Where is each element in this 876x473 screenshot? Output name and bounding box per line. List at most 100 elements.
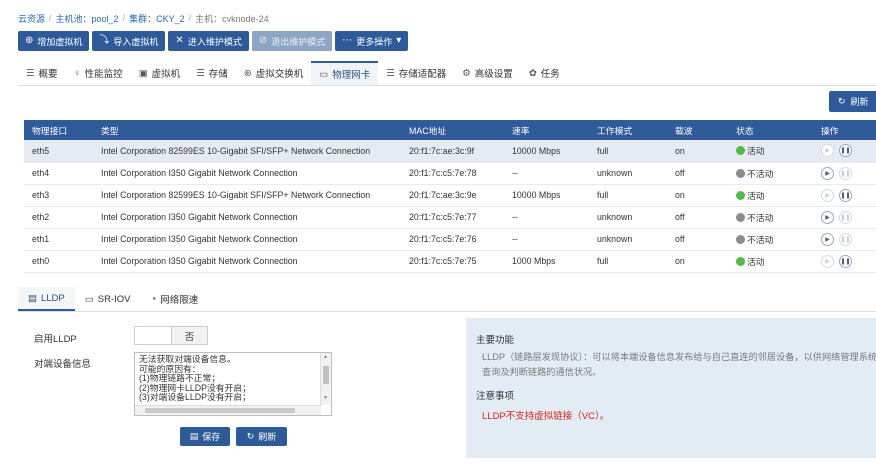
- start-icon[interactable]: ▶: [821, 210, 834, 224]
- import-vm-label: 导入虚拟机: [113, 36, 159, 47]
- cell-carrier: on: [667, 184, 728, 207]
- cell-type: Intel Corporation 82599ES 10-Gigabit SFI…: [93, 184, 401, 207]
- tab-tasks-label: 任务: [540, 69, 560, 80]
- breadcrumb-cloud-resources[interactable]: 云资源: [18, 12, 45, 25]
- status-text: 活动: [747, 190, 765, 201]
- table-row[interactable]: eth2 Intel Corporation I350 Gigabit Netw…: [24, 206, 876, 229]
- pause-icon[interactable]: ❚❚: [839, 210, 852, 224]
- col-mode-header[interactable]: 工作模式: [589, 120, 667, 140]
- start-icon[interactable]: ▶: [821, 232, 834, 246]
- tab-storage[interactable]: ☰ 存储: [188, 61, 236, 85]
- scroll-thumb[interactable]: [323, 366, 329, 384]
- enable-lldp-toggle[interactable]: 否: [134, 326, 208, 345]
- pause-icon[interactable]: ❚❚: [839, 166, 852, 180]
- lldp-refresh-button[interactable]: ↻ 刷新: [236, 427, 287, 446]
- help-panel: 主要功能 LLDP（链路层发现协议）：可以将本端设备信息发布给与自己直连的邻居设…: [466, 318, 876, 458]
- breadcrumb-cluster[interactable]: 集群：CKY_2: [129, 12, 185, 25]
- import-vm-button[interactable]: ⤵ 导入虚拟机: [92, 31, 166, 51]
- exit-maintenance-label: 退出维护模式: [271, 36, 326, 47]
- col-status-header[interactable]: 状态: [728, 120, 813, 140]
- pause-icon[interactable]: ❚❚: [839, 144, 852, 158]
- tab-performance[interactable]: ♀ 性能监控: [66, 61, 131, 85]
- cell-port: eth0: [24, 250, 93, 273]
- tab-vm[interactable]: ▣ 虚拟机: [131, 61, 189, 85]
- status-active-icon: [736, 190, 745, 200]
- enter-maintenance-button[interactable]: ✕ 进入维护模式: [168, 31, 249, 51]
- table-row[interactable]: eth5 Intel Corporation 82599ES 10-Gigabi…: [24, 140, 876, 163]
- tab-sriov[interactable]: ▭ SR-IOV: [75, 287, 141, 311]
- tab-vswitch[interactable]: ⊛ 虚拟交换机: [236, 61, 311, 85]
- nic-icon: ▭: [319, 68, 329, 80]
- breadcrumb: 云资源 / 主机池：pool_2 / 集群：CKY_2 / 主机：cvknode…: [18, 12, 269, 24]
- col-mac-header[interactable]: MAC地址: [401, 120, 504, 140]
- tab-overview[interactable]: ☰ 概要: [18, 61, 66, 85]
- cell-port: eth1: [24, 228, 93, 251]
- cell-mac: 20:f1:7c:c5:7e:76: [401, 228, 504, 251]
- tab-physical-nic[interactable]: ▭ 物理网卡: [311, 61, 379, 85]
- cell-mode: full: [589, 184, 667, 207]
- tab-vswitch-label: 虚拟交换机: [255, 69, 304, 80]
- cell-status: 活动: [728, 250, 813, 273]
- tab-advanced[interactable]: ⚙ 高级设置: [454, 61, 521, 85]
- cell-port: eth3: [24, 184, 93, 207]
- cell-type: Intel Corporation I350 Gigabit Network C…: [93, 228, 401, 251]
- table-row[interactable]: eth1 Intel Corporation I350 Gigabit Netw…: [24, 228, 876, 251]
- start-icon[interactable]: ▶: [821, 188, 834, 202]
- tab-lldp[interactable]: ▤ LLDP: [18, 287, 75, 311]
- cell-carrier: off: [667, 162, 728, 185]
- peer-info-textarea[interactable]: 无法获取对端设备信息。 可能的原因有： (1)物理链路不正常； (2)物理网卡L…: [134, 352, 332, 416]
- cell-type: Intel Corporation I350 Gigabit Network C…: [93, 206, 401, 229]
- tab-advanced-label: 高级设置: [474, 69, 513, 80]
- refresh-button[interactable]: ↻ 刷新: [829, 91, 876, 112]
- add-vm-button[interactable]: ⊕ 增加虚拟机: [18, 31, 90, 51]
- pause-icon[interactable]: ❚❚: [839, 254, 852, 268]
- tab-network-limit[interactable]: ◔ 网络限速: [140, 287, 208, 311]
- ellipsis-icon: ⋯: [342, 35, 353, 46]
- col-ops-header: 操作: [813, 120, 876, 140]
- start-icon[interactable]: ▶: [821, 166, 834, 180]
- cell-mode: full: [589, 140, 667, 163]
- cell-ops: ▶ ❚❚: [813, 206, 876, 229]
- cell-speed: --: [504, 228, 589, 251]
- status-inactive-icon: [736, 168, 745, 178]
- vertical-scrollbar[interactable]: ▲ ▼: [320, 353, 331, 405]
- start-icon[interactable]: ▶: [821, 144, 834, 158]
- table-row[interactable]: eth0 Intel Corporation I350 Gigabit Netw…: [24, 250, 876, 273]
- breadcrumb-separator: /: [49, 13, 52, 23]
- col-type-header[interactable]: 类型: [93, 120, 401, 140]
- cell-carrier: on: [667, 140, 728, 163]
- cell-status: 不活动: [728, 206, 813, 229]
- save-button[interactable]: ▤ 保存: [180, 427, 230, 446]
- enter-maintenance-label: 进入维护模式: [187, 36, 242, 47]
- scroll-down-icon: ▼: [323, 395, 328, 401]
- subtab-divider: [18, 311, 876, 312]
- action-toolbar: ⊕ 增加虚拟机 ⤵ 导入虚拟机 ✕ 进入维护模式 ⊘ 退出维护模式 ⋯ 更多操作…: [18, 31, 409, 51]
- col-carrier-header[interactable]: 载波: [667, 120, 728, 140]
- start-icon[interactable]: ▶: [821, 254, 834, 268]
- cell-mac: 20:f1:7c:c5:7e:75: [401, 250, 504, 273]
- more-ops-button[interactable]: ⋯ 更多操作 ▾: [335, 31, 409, 51]
- breadcrumb-separator: /: [122, 13, 126, 23]
- pause-icon[interactable]: ❚❚: [839, 188, 852, 202]
- speed-limit-icon: ◔: [150, 293, 157, 305]
- host-nic-page: 云资源 / 主机池：pool_2 / 集群：CKY_2 / 主机：cvknode…: [0, 0, 876, 473]
- horizontal-scrollbar[interactable]: [135, 405, 321, 415]
- pause-icon[interactable]: ❚❚: [839, 232, 852, 246]
- table-row[interactable]: eth3 Intel Corporation 82599ES 10-Gigabi…: [24, 184, 876, 207]
- vm-icon: ▣: [138, 67, 148, 79]
- exit-maintenance-button[interactable]: ⊘ 退出维护模式: [251, 31, 333, 51]
- tab-tasks[interactable]: ✿ 任务: [521, 61, 568, 85]
- col-speed-header[interactable]: 速率: [504, 120, 589, 140]
- cell-port: eth2: [24, 206, 93, 229]
- table-row[interactable]: eth4 Intel Corporation I350 Gigabit Netw…: [24, 162, 876, 185]
- tab-vm-label: 虚拟机: [151, 69, 181, 80]
- peer-info-label: 对端设备信息: [34, 359, 92, 370]
- hscroll-thumb[interactable]: [145, 408, 295, 413]
- tab-storage-adapter-label: 存储适配器: [398, 69, 447, 80]
- col-port-header[interactable]: 物理接口: [24, 120, 93, 140]
- status-inactive-icon: [736, 234, 745, 244]
- cell-status: 不活动: [728, 162, 813, 185]
- status-text: 活动: [747, 146, 765, 157]
- breadcrumb-host-pool[interactable]: 主机池：pool_2: [56, 12, 119, 25]
- tab-storage-adapter[interactable]: ☰ 存储适配器: [378, 61, 454, 85]
